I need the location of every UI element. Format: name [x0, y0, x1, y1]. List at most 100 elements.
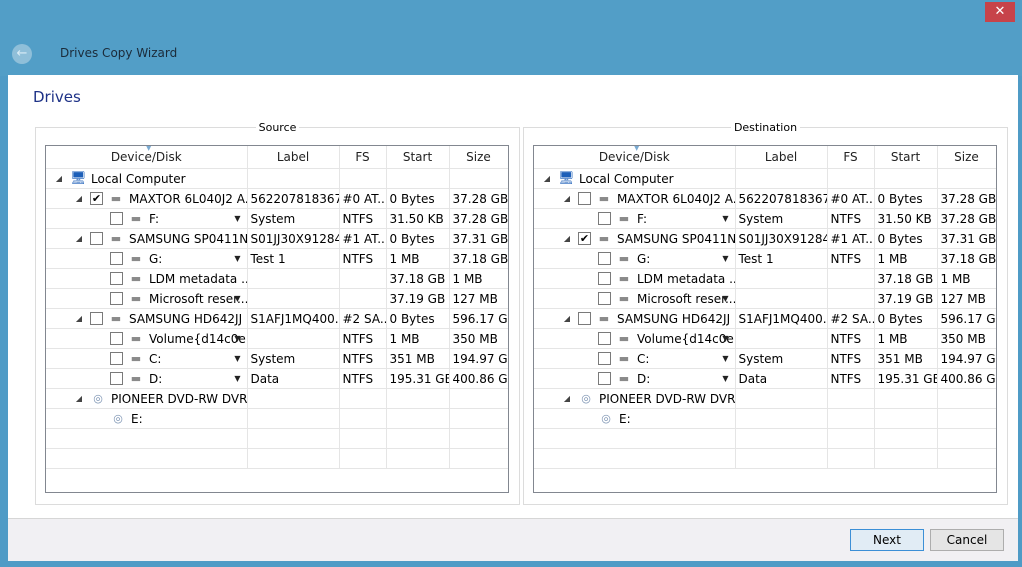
select-checkbox[interactable] — [110, 292, 123, 305]
cancel-button[interactable]: Cancel — [930, 529, 1004, 551]
dropdown-arrow-icon[interactable]: ▼ — [234, 369, 240, 388]
column-header-fs[interactable]: FS — [339, 146, 387, 169]
select-checkbox[interactable] — [598, 252, 611, 265]
select-checkbox[interactable] — [578, 192, 591, 205]
select-checkbox[interactable] — [110, 212, 123, 225]
expand-toggle-icon[interactable]: ◢ — [562, 234, 572, 243]
expand-toggle-icon[interactable]: ◢ — [54, 174, 64, 183]
column-header-device[interactable]: ▼ Device/Disk — [46, 146, 248, 169]
fs-cell — [339, 168, 387, 189]
select-checkbox[interactable] — [598, 292, 611, 305]
select-checkbox[interactable] — [598, 332, 611, 345]
expand-toggle-icon[interactable]: ◢ — [562, 394, 572, 403]
size-cell: 37.28 GB — [937, 208, 996, 229]
dropdown-arrow-icon[interactable]: ▼ — [722, 369, 728, 388]
label-cell — [247, 388, 340, 409]
expand-toggle-icon[interactable]: ◢ — [542, 174, 552, 183]
dropdown-arrow-icon[interactable]: ▼ — [234, 209, 240, 228]
tree-row[interactable]: ◢ ▬ MAXTOR 6L040J2 A... 562207818367 #0 AT..… — [534, 188, 996, 209]
column-header-label[interactable]: Label — [735, 146, 828, 169]
expand-toggle-icon[interactable]: ◢ — [74, 234, 84, 243]
label-cell: Test 1 — [735, 248, 828, 269]
select-checkbox[interactable]: ✔ — [578, 232, 591, 245]
expand-toggle-icon[interactable]: ◢ — [74, 394, 84, 403]
dropdown-arrow-icon[interactable]: ▼ — [722, 249, 728, 268]
close-button[interactable]: ✕ — [985, 2, 1015, 22]
tree-row[interactable]: ▬ G: ▼ Test 1 NTFS 1 MB 37.18 GB — [46, 248, 508, 269]
source-tree[interactable]: ▼ Device/Disk Label FS Start Size ◢ 🖥 Local… — [45, 145, 509, 493]
destination-tree[interactable]: ▼ Device/Disk Label FS Start Size ◢ 🖥 Local… — [533, 145, 997, 493]
select-checkbox[interactable] — [598, 212, 611, 225]
column-header-label[interactable]: Label — [247, 146, 340, 169]
tree-row[interactable]: ▬ C: ▼ SystemNTFS351 MB194.97 GB — [534, 348, 996, 369]
column-header-start[interactable]: Start — [874, 146, 938, 169]
dropdown-arrow-icon[interactable]: ▼ — [722, 329, 728, 348]
tree-row[interactable]: ◢ ◎ PIONEER DVD-RW DVR... — [46, 388, 508, 409]
select-checkbox[interactable]: ✔ — [90, 192, 103, 205]
destination-group: Destination ▼ Device/Disk Label FS Start … — [523, 121, 1008, 505]
tree-row[interactable]: ▬ D: ▼ DataNTFS195.31 GB400.86 GB — [46, 368, 508, 389]
tree-row[interactable]: ◢ ▬ SAMSUNG SP0411N...S01JJ30X912841#1 AT.… — [46, 228, 508, 249]
dropdown-arrow-icon[interactable]: ▼ — [234, 289, 240, 308]
column-header-device[interactable]: ▼ Device/Disk — [534, 146, 736, 169]
tree-row[interactable]: ◢ ◎ PIONEER DVD-RW DVR... — [534, 388, 996, 409]
expand-toggle-icon[interactable]: ◢ — [74, 194, 84, 203]
tree-row[interactable]: ◢ 🖥 Local Computer — [534, 168, 996, 189]
tree-row[interactable]: ◢ ✔ ▬ MAXTOR 6L040J2 A... 562207818367 #0 AT.… — [46, 188, 508, 209]
fs-cell — [339, 288, 387, 309]
expand-toggle-icon[interactable]: ◢ — [562, 194, 572, 203]
column-header-size[interactable]: Size — [449, 146, 508, 169]
tree-row[interactable]: ▬ Microsoft reser... ▼ 37.19 GB 127 MB — [46, 288, 508, 309]
select-checkbox[interactable] — [598, 272, 611, 285]
hard-disk-icon: ▬ — [598, 231, 610, 245]
empty-row — [46, 428, 508, 449]
size-cell: 37.18 GB — [449, 248, 508, 269]
select-checkbox[interactable] — [110, 252, 123, 265]
tree-row[interactable]: ▬ LDM metadata ... 37.18 GB 1 MB — [534, 268, 996, 289]
dropdown-arrow-icon[interactable]: ▼ — [722, 289, 728, 308]
select-checkbox[interactable] — [110, 372, 123, 385]
tree-row[interactable]: ▬ F: ▼ System NTFS 31.50 KB 37.28 GB — [534, 208, 996, 229]
tree-row[interactable]: ▬ Volume{d14c0e... ▼ NTFS 1 MB 350 MB — [534, 328, 996, 349]
select-checkbox[interactable] — [90, 312, 103, 325]
tree-row[interactable]: ▬ D: ▼ DataNTFS195.31 GB400.86 GB — [534, 368, 996, 389]
tree-row[interactable]: ▬ Microsoft reser... ▼ 37.19 GB 127 MB — [534, 288, 996, 309]
dropdown-arrow-icon[interactable]: ▼ — [234, 249, 240, 268]
select-checkbox[interactable] — [90, 232, 103, 245]
column-header-fs[interactable]: FS — [827, 146, 875, 169]
tree-row[interactable]: ▬ C: ▼ SystemNTFS351 MB194.97 GB — [46, 348, 508, 369]
hard-disk-icon: ▬ — [618, 351, 630, 365]
tree-row[interactable]: ◎ E: — [46, 408, 508, 429]
tree-row[interactable]: ▬ LDM metadata ... 37.18 GB 1 MB — [46, 268, 508, 289]
select-checkbox[interactable] — [110, 352, 123, 365]
back-button[interactable]: ← — [12, 44, 32, 64]
dropdown-arrow-icon[interactable]: ▼ — [722, 349, 728, 368]
tree-row[interactable]: ▬ Volume{d14c0e... ▼ NTFS 1 MB 350 MB — [46, 328, 508, 349]
size-cell: 400.86 GB — [449, 368, 508, 389]
label-cell — [735, 268, 828, 289]
select-checkbox[interactable] — [110, 272, 123, 285]
select-checkbox[interactable] — [578, 312, 591, 325]
computer-icon: 🖥 — [70, 170, 87, 186]
next-button[interactable]: Next — [850, 529, 924, 551]
dropdown-arrow-icon[interactable]: ▼ — [234, 329, 240, 348]
tree-row[interactable]: ▬ F: ▼ System NTFS 31.50 KB 37.28 GB — [46, 208, 508, 229]
select-checkbox[interactable] — [110, 332, 123, 345]
tree-row[interactable]: ▬ G: ▼ Test 1 NTFS 1 MB 37.18 GB — [534, 248, 996, 269]
size-cell: 350 MB — [449, 328, 508, 349]
column-header-start[interactable]: Start — [386, 146, 450, 169]
select-checkbox[interactable] — [598, 372, 611, 385]
tree-row[interactable]: ◢ 🖥 Local Computer — [46, 168, 508, 189]
tree-row[interactable]: ◢ ✔ ▬ SAMSUNG SP0411N...S01JJ30X912841#1 AT… — [534, 228, 996, 249]
select-checkbox[interactable] — [598, 352, 611, 365]
column-header-size[interactable]: Size — [937, 146, 996, 169]
dropdown-arrow-icon[interactable]: ▼ — [234, 349, 240, 368]
device-name: Local Computer — [91, 171, 186, 186]
tree-row[interactable]: ◢ ▬ SAMSUNG HD642JJ ... S1AFJ1MQ400... #2 SA… — [46, 308, 508, 329]
dropdown-arrow-icon[interactable]: ▼ — [722, 209, 728, 228]
tree-row[interactable]: ◢ ▬ SAMSUNG HD642JJ ... S1AFJ1MQ400... #2 SA… — [534, 308, 996, 329]
tree-row[interactable]: ◎ E: — [534, 408, 996, 429]
device-cell: ▬ LDM metadata ... — [534, 268, 736, 289]
expand-toggle-icon[interactable]: ◢ — [562, 314, 572, 323]
expand-toggle-icon[interactable]: ◢ — [74, 314, 84, 323]
